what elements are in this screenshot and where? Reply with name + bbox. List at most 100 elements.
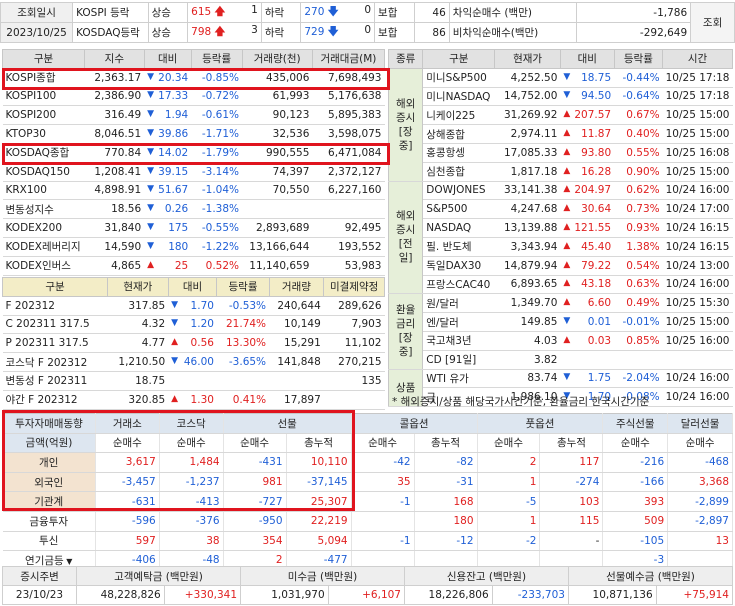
futures-price: 317.85 bbox=[107, 296, 169, 316]
investor-group-header: 거래소 bbox=[94, 413, 160, 434]
index-row[interactable]: KODEX레버리지 14,590 ▼ 180 -1.22% 13,166,644 193,5… bbox=[2, 237, 385, 257]
global-name: 심천종합 bbox=[422, 162, 495, 182]
index-change: ▼ 175 bbox=[144, 218, 192, 238]
futures-row[interactable]: 야간 F 202312 320.85 ▲ 1.30 0.41% 17,897 bbox=[2, 390, 385, 410]
investor-row[interactable]: 외국인 -3,457 -1,237 981 -37,145 35 -31 1 -274 -166 3… bbox=[2, 472, 733, 493]
index-row[interactable]: KTOP30 8,046.51 ▼ 39.86 -1.71% 32,536 3,598,07… bbox=[2, 124, 385, 144]
query-button[interactable]: 조회 bbox=[690, 2, 735, 43]
index-row[interactable]: 변동성지수 18.56 ▼ 0.26 -1.38% bbox=[2, 199, 385, 220]
global-row[interactable]: 필. 반도체 3,343.94 ▲ 45.40 1.38% 10/24 16:15 bbox=[389, 237, 733, 257]
futures-row[interactable]: 변동성 F 202311 18.75 135 bbox=[2, 371, 385, 391]
index-row[interactable]: KOSPI종합 2,363.17 ▼ 20.34 -0.85% 435,006 7,698,… bbox=[2, 68, 385, 88]
global-row[interactable]: 프랑스CAC40 6,893.65 ▲ 43.18 0.63% 10/24 16:00 bbox=[389, 275, 733, 295]
global-row[interactable]: CD [91일] 3.82 bbox=[389, 350, 733, 370]
investor-name: 투신 bbox=[2, 531, 96, 552]
index-row[interactable]: KODEX인버스 4,865 ▲ 25 0.52% 11,140,659 53,983 bbox=[2, 256, 385, 276]
global-row[interactable]: 미니NASDAQ 14,752.00 ▼ 94.50 -0.64% 10/25 17:18 bbox=[389, 87, 733, 107]
investor-value: -216 bbox=[602, 452, 669, 473]
futures-row[interactable]: P 202311 317.5 4.77 ▲ 0.56 13.30% 15,291 11,10… bbox=[2, 333, 385, 354]
index-value: 14,590 bbox=[84, 237, 145, 257]
futures-header: 현재가 bbox=[107, 277, 169, 297]
index-row[interactable]: KOSPI100 2,386.90 ▼ 17.33 -0.72% 61,993 5,176,… bbox=[2, 87, 385, 107]
investor-value: -2 bbox=[477, 531, 541, 552]
change-value: 1.20 bbox=[190, 318, 214, 331]
global-name: 독일DAX30 bbox=[422, 256, 495, 276]
down-arrow-icon: 🡇 bbox=[327, 5, 339, 18]
index-name: KOSPI200 bbox=[2, 105, 85, 126]
futures-row[interactable]: F 202312 317.85 ▼ 1.70 -0.53% 240,644 289,626 bbox=[2, 296, 385, 316]
index-rate: -3.14% bbox=[191, 162, 242, 182]
global-price: 1,349.70 bbox=[494, 293, 561, 314]
global-row[interactable]: NASDAQ 13,139.88 ▲ 121.55 0.93% 10/24 16:15 bbox=[389, 218, 733, 238]
global-change: ▲ 79.22 bbox=[560, 256, 615, 276]
futures-row[interactable]: C 202311 317.5 4.32 ▼ 1.20 21.74% 10,149 7,903 bbox=[2, 315, 385, 335]
investor-name: 외국인 bbox=[2, 472, 96, 493]
kosdaq-label: KOSDAQ등락 bbox=[72, 22, 149, 43]
index-name: 변동성지수 bbox=[2, 199, 85, 220]
investor-value: -1 bbox=[351, 491, 415, 512]
futures-row[interactable]: 코스닥 F 202312 1,210.50 ▼ 46.00 -3.65% 141,848 2… bbox=[2, 352, 385, 372]
global-time: 10/25 17:18 bbox=[662, 68, 733, 88]
global-price: 13,139.88 bbox=[494, 218, 561, 238]
index-row[interactable]: KOSDAQ종합 770.84 ▼ 14.02 -1.79% 990,555 6,471,0… bbox=[2, 143, 385, 163]
change-value: 0.01 bbox=[587, 316, 612, 329]
futures-volume: 141,848 bbox=[269, 352, 324, 372]
fut-deposit-value: 10,871,136 bbox=[567, 585, 657, 605]
change-value: 121.55 bbox=[574, 222, 612, 235]
global-change: ▼ 94.50 bbox=[560, 87, 615, 107]
global-row[interactable]: 니케이225 31,269.92 ▲ 207.57 0.67% 10/25 15:00 bbox=[389, 105, 733, 126]
credit-change: -233,703 bbox=[491, 585, 569, 605]
futures-rate bbox=[216, 371, 270, 391]
global-row[interactable]: 상해종합 2,974.11 ▲ 11.87 0.40% 10/25 15:00 bbox=[389, 124, 733, 144]
kosdaq-downlimit: 0 bbox=[364, 23, 372, 36]
global-row[interactable]: S&P500 4,247.68 ▲ 30.64 0.73% 10/24 17:00 bbox=[389, 199, 733, 220]
global-row[interactable]: 상품 WTI 유가 83.74 ▼ 1.75 -2.04% 10/24 16:00 bbox=[387, 368, 733, 408]
funds-date: 23/10/23 bbox=[1, 585, 78, 605]
global-name: 필. 반도체 bbox=[422, 237, 495, 257]
top-bar: 조회일시 KOSPI 등락 상승 615 🡅 1 하락 270 🡇 0 보합 4… bbox=[0, 0, 735, 46]
global-row[interactable]: 해외 증시 [전일] DOWJONES 33,141.38 ▲ 204.97 0.62% 1… bbox=[387, 180, 733, 295]
index-rate: -1.79% bbox=[191, 143, 242, 163]
global-row[interactable]: 엔/달러 149.85 ▼ 0.01 -0.01% 10/25 15:00 bbox=[389, 312, 733, 332]
dropdown-icon[interactable]: ▼ bbox=[64, 557, 72, 566]
index-header: 거래대금(M) bbox=[311, 49, 386, 69]
funds-header: 선물예수금 (백만원) bbox=[567, 566, 734, 586]
investor-row[interactable]: 개인 3,617 1,484 -431 10,110 -42 -82 2 117 -216 -468 bbox=[2, 452, 733, 473]
index-row[interactable]: KOSDAQ150 1,208.41 ▼ 39.15 -3.14% 74,397 2,372… bbox=[2, 162, 385, 182]
global-rate: 0.54% bbox=[614, 256, 663, 276]
investor-name: 금융투자 bbox=[2, 511, 96, 532]
index-row[interactable]: KODEX200 31,840 ▼ 175 -0.55% 2,893,689 92,495 bbox=[2, 218, 385, 238]
futures-volume: 17,897 bbox=[269, 390, 324, 410]
investor-row[interactable]: 금융투자 -596 -376 -950 22,219 180 1 115 509 -2,897 bbox=[2, 511, 733, 532]
futures-change bbox=[168, 371, 217, 391]
global-group-label: 해외 증시 [장중] bbox=[387, 67, 424, 182]
global-price: 14,752.00 bbox=[494, 87, 561, 107]
futures-rate: 0.41% bbox=[216, 390, 270, 410]
global-row[interactable]: 홍콩항셍 17,085.33 ▲ 93.80 0.55% 10/25 16:08 bbox=[389, 143, 733, 163]
change-value: 11.87 bbox=[581, 128, 612, 141]
investor-value: -37,145 bbox=[286, 472, 352, 493]
global-rate: 0.49% bbox=[614, 293, 663, 314]
global-row[interactable]: 환율 금리 [장중] 원/달러 1,349.70 ▲ 6.60 0.49% 10/25 15… bbox=[387, 293, 733, 370]
index-row[interactable]: KOSPI200 316.49 ▼ 1.94 -0.61% 90,123 5,895,383 bbox=[2, 105, 385, 126]
investor-row[interactable]: 투신 597 38 354 5,094 -1 -12 -2- -105 13 bbox=[2, 531, 733, 552]
global-row[interactable]: 국고채3년 4.03 ▲ 0.03 0.85% 10/25 16:00 bbox=[389, 331, 733, 351]
arb-value: -1,786 bbox=[575, 2, 692, 23]
global-row[interactable]: 독일DAX30 14,879.94 ▲ 79.22 0.54% 10/24 13:00 bbox=[389, 256, 733, 276]
investor-value: 5,094 bbox=[286, 531, 352, 552]
global-row[interactable]: 해외 증시 [장중] 미니S&P500 4,252.50 ▼ 18.75 -0.44% 10… bbox=[387, 67, 733, 182]
index-change: ▲ 25 bbox=[144, 256, 192, 276]
index-amount: 3,598,075 bbox=[312, 124, 385, 144]
investor-value: -1 bbox=[351, 531, 415, 552]
investor-value: -12 bbox=[414, 531, 478, 552]
triangle-down-icon: ▼ bbox=[563, 372, 571, 383]
investor-sub-header: 순매수 bbox=[223, 433, 287, 454]
index-row[interactable]: KRX100 4,898.91 ▼ 51.67 -1.04% 70,550 6,227,16… bbox=[2, 181, 385, 201]
index-volume: 435,006 bbox=[242, 68, 313, 88]
index-name: KOSPI종합 bbox=[2, 68, 85, 88]
global-rate: -2.04% bbox=[614, 369, 663, 389]
investor-group-header: 달러선물 bbox=[667, 413, 733, 434]
global-price: 33,141.38 bbox=[494, 181, 561, 201]
investor-row[interactable]: 기관계 -631 -413 -727 25,307 -1 168 -5 103 393 -2,899 bbox=[2, 491, 733, 512]
global-row[interactable]: 심천종합 1,817.18 ▲ 16.28 0.90% 10/25 15:00 bbox=[389, 162, 733, 182]
